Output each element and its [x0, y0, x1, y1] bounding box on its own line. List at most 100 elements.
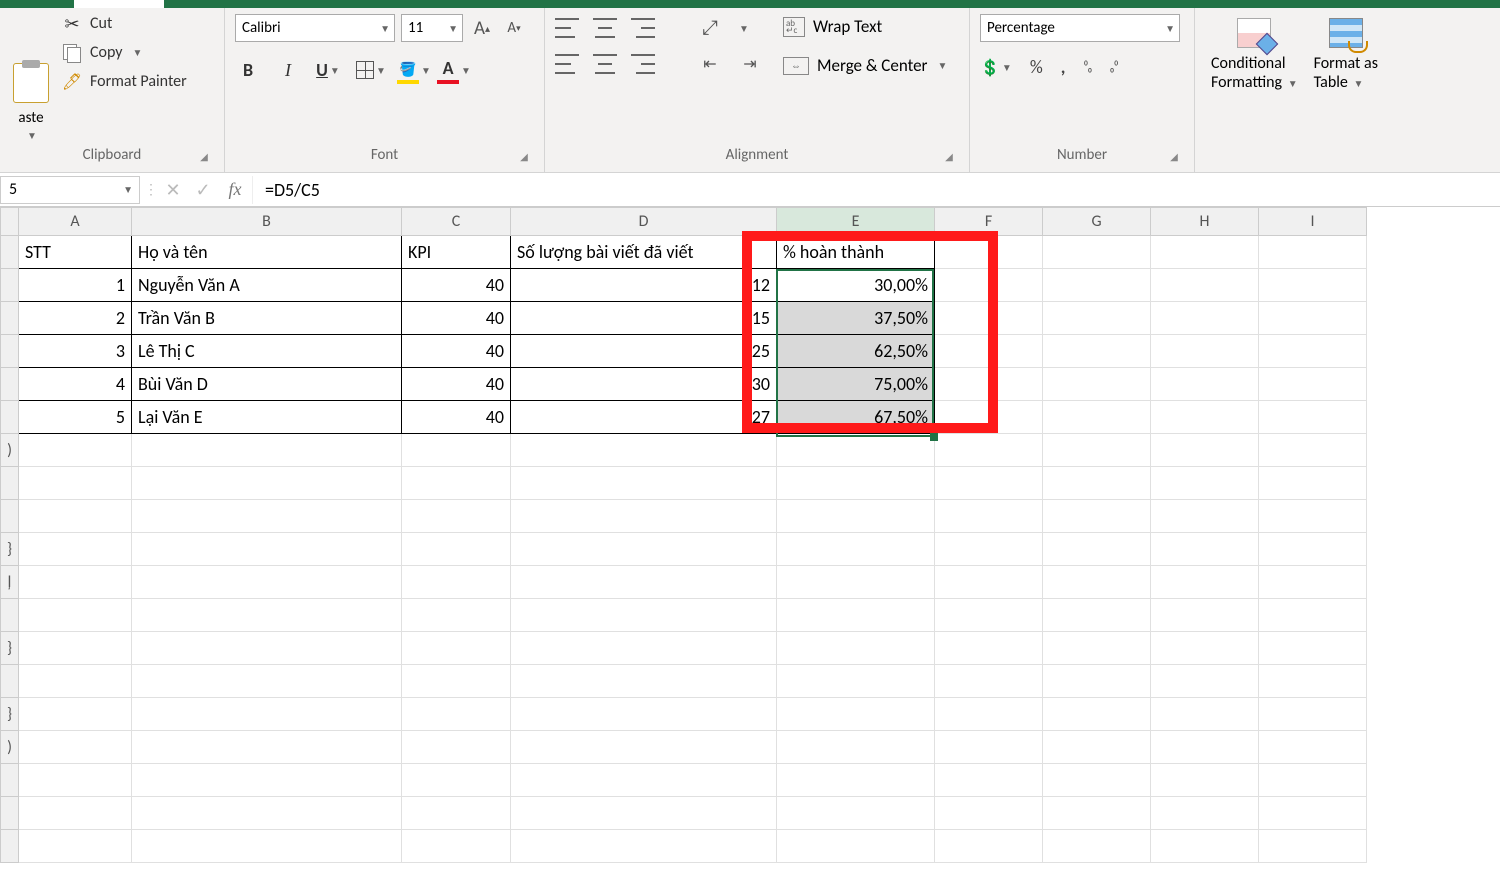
fill-handle[interactable] — [930, 433, 938, 441]
col-header-H[interactable]: H — [1151, 208, 1259, 236]
cell[interactable] — [1043, 401, 1151, 434]
decrease-font-button[interactable]: A▾ — [501, 14, 527, 42]
cell[interactable]: 15 — [511, 302, 777, 335]
bold-button[interactable]: B — [235, 56, 261, 84]
cell[interactable] — [935, 335, 1043, 368]
font-dialog-launcher[interactable]: ◢ — [516, 148, 532, 164]
column-headers[interactable]: A B C D E F G H I — [1, 208, 1367, 236]
cell[interactable] — [1151, 236, 1259, 269]
cell[interactable]: Bùi Văn D — [132, 368, 402, 401]
cell[interactable] — [1259, 236, 1367, 269]
cell[interactable] — [1151, 269, 1259, 302]
cell[interactable] — [1043, 368, 1151, 401]
cut-button[interactable]: Cut — [62, 14, 187, 33]
cell[interactable]: 25 — [511, 335, 777, 368]
cell[interactable] — [935, 368, 1043, 401]
col-header-C[interactable]: C — [402, 208, 511, 236]
cell[interactable] — [935, 236, 1043, 269]
cell[interactable]: Số lượng bài viết đã viết — [511, 236, 777, 269]
cell[interactable]: 40 — [402, 302, 511, 335]
cell[interactable]: 62,50% — [777, 335, 935, 368]
enter-formula-button[interactable]: ✓ — [188, 179, 218, 201]
italic-button[interactable]: I — [275, 56, 301, 84]
col-header-D[interactable]: D — [511, 208, 777, 236]
cell[interactable]: Nguyễn Văn A — [132, 269, 402, 302]
cell[interactable] — [1259, 302, 1367, 335]
cell[interactable]: 2 — [19, 302, 132, 335]
number-dialog-launcher[interactable]: ◢ — [1166, 148, 1182, 164]
align-center-button[interactable] — [593, 54, 617, 74]
cell[interactable] — [1259, 269, 1367, 302]
wrap-text-button[interactable]: Wrap Text — [779, 14, 951, 39]
col-header-A[interactable]: A — [19, 208, 132, 236]
fx-icon[interactable]: fx — [218, 179, 252, 200]
percent-style-button[interactable]: % — [1030, 54, 1043, 80]
alignment-dialog-launcher[interactable]: ◢ — [941, 148, 957, 164]
align-middle-button[interactable] — [593, 18, 617, 38]
table-row[interactable]: 1 Nguyễn Văn A 40 12 30,00% — [1, 269, 1367, 302]
cell[interactable]: 30,00% — [777, 269, 935, 302]
col-header-B[interactable]: B — [132, 208, 402, 236]
align-top-button[interactable] — [555, 18, 579, 38]
cell[interactable]: 40 — [402, 269, 511, 302]
cell[interactable] — [935, 302, 1043, 335]
cancel-formula-button[interactable]: ✕ — [158, 179, 188, 201]
cell[interactable]: 30 — [511, 368, 777, 401]
cell[interactable]: 4 — [19, 368, 132, 401]
chevron-down-icon[interactable]: ▼ — [133, 46, 143, 59]
col-header-G[interactable]: G — [1043, 208, 1151, 236]
paste-button[interactable]: aste ▼ — [10, 14, 52, 142]
borders-button[interactable]: ▼ — [355, 56, 387, 84]
format-as-table-button[interactable]: Format asTable ▼ — [1308, 18, 1384, 92]
table-row[interactable]: 4 Bùi Văn D 40 30 75,00% — [1, 368, 1367, 401]
align-bottom-button[interactable] — [631, 18, 655, 38]
decrease-indent-button[interactable]: ⇤ — [697, 54, 723, 74]
clipboard-dialog-launcher[interactable]: ◢ — [196, 148, 212, 164]
cell[interactable]: KPI — [402, 236, 511, 269]
table-row[interactable]: 3 Lê Thị C 40 25 62,50% — [1, 335, 1367, 368]
merge-center-button[interactable]: ⇔ Merge & Center ▼ — [779, 53, 951, 78]
name-box[interactable]: 5▼ — [0, 176, 140, 204]
cell[interactable]: STT — [19, 236, 132, 269]
fill-color-button[interactable]: ▼ — [401, 56, 427, 84]
cell[interactable] — [935, 269, 1043, 302]
increase-decimal-button[interactable]: ⁰₀ — [1083, 54, 1091, 80]
cell[interactable] — [1259, 401, 1367, 434]
increase-font-button[interactable]: A▴ — [469, 14, 495, 42]
increase-indent-button[interactable]: ⇥ — [737, 54, 763, 74]
comma-style-button[interactable]: , — [1061, 54, 1066, 80]
col-header-F[interactable]: F — [935, 208, 1043, 236]
table-row[interactable]: 2 Trần Văn B 40 15 37,50% — [1, 302, 1367, 335]
cell[interactable]: 27 — [511, 401, 777, 434]
table-row[interactable]: 5 Lại Văn E 40 27 67,50% — [1, 401, 1367, 434]
chevron-down-icon[interactable]: ▼ — [937, 59, 947, 72]
cell[interactable]: Họ và tên — [132, 236, 402, 269]
cell[interactable]: 5 — [19, 401, 132, 434]
font-name-combo[interactable]: Calibri▼ — [235, 14, 395, 42]
font-size-combo[interactable]: 11▼ — [401, 14, 463, 42]
cell[interactable]: 3 — [19, 335, 132, 368]
cell[interactable] — [1043, 302, 1151, 335]
cell[interactable]: Trần Văn B — [132, 302, 402, 335]
cell[interactable] — [1151, 401, 1259, 434]
align-left-button[interactable] — [555, 54, 579, 74]
cell[interactable]: Lê Thị C — [132, 335, 402, 368]
cell[interactable]: 75,00% — [777, 368, 935, 401]
cell[interactable]: 1 — [19, 269, 132, 302]
cell[interactable]: 40 — [402, 335, 511, 368]
cell[interactable] — [1151, 302, 1259, 335]
col-header-E[interactable]: E — [777, 208, 935, 236]
decrease-decimal-button[interactable]: ₀⁰ — [1110, 54, 1118, 80]
cell[interactable]: 12 — [511, 269, 777, 302]
orientation-button[interactable] — [697, 14, 723, 42]
align-right-button[interactable] — [631, 54, 655, 74]
cell[interactable] — [1259, 335, 1367, 368]
cell[interactable] — [1043, 335, 1151, 368]
cell[interactable] — [1151, 368, 1259, 401]
format-painter-button[interactable]: Format Painter — [62, 72, 187, 91]
formula-input[interactable]: =D5/C5 — [252, 176, 1500, 204]
cell[interactable]: Lại Văn E — [132, 401, 402, 434]
cell[interactable]: 67,50% — [777, 401, 935, 434]
copy-button[interactable]: Copy ▼ — [62, 43, 187, 62]
conditional-formatting-button[interactable]: ConditionalFormatting ▼ — [1205, 18, 1304, 92]
